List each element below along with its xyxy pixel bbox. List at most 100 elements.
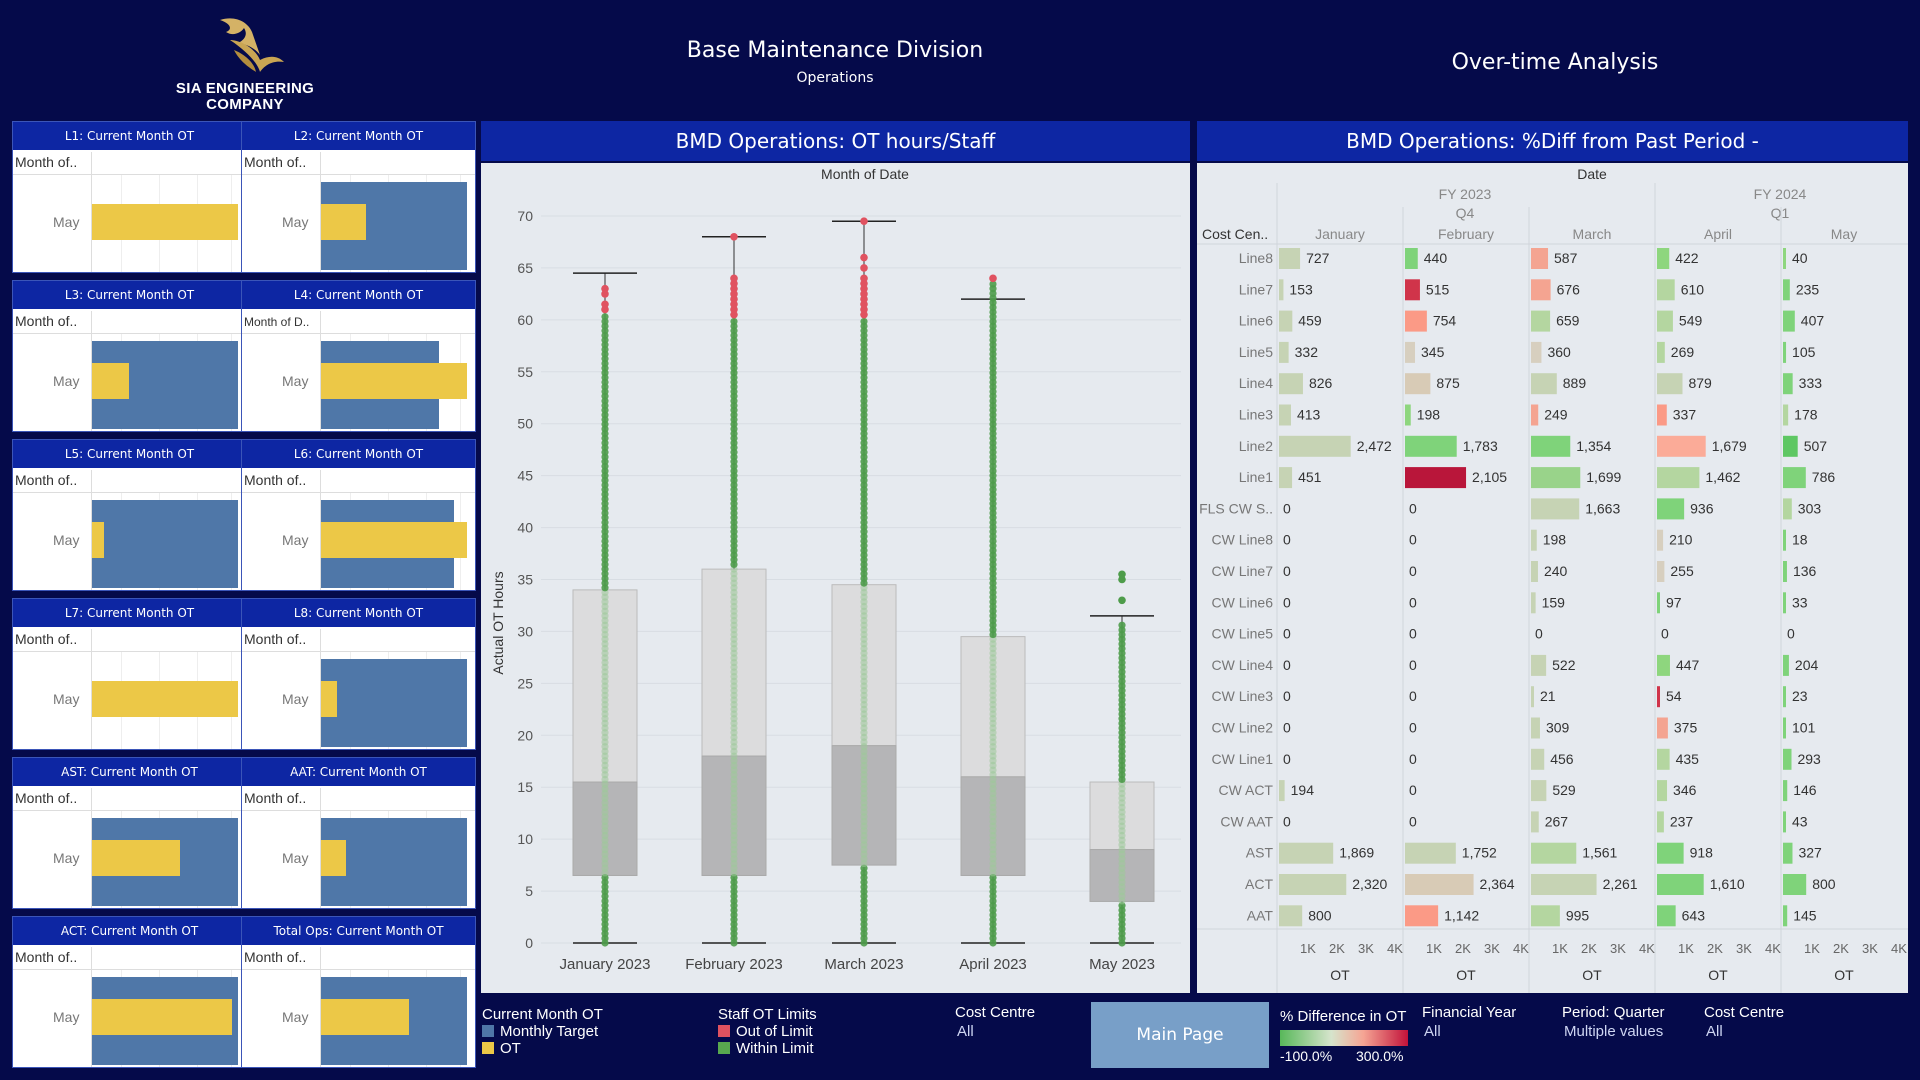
page-subtitle: Operations [796, 70, 874, 86]
heat-value-label: 529 [1552, 782, 1576, 798]
sm-target-bar [321, 659, 467, 747]
heat-axis-title: OT [1582, 967, 1602, 983]
filter-cost-centre-2[interactable]: Cost Centre All [1704, 1004, 1784, 1040]
heat-bar [1657, 279, 1675, 301]
sm-col-header: Month of.. [15, 472, 78, 488]
sm-ot-bar [321, 522, 467, 558]
heat-axis-tick: 2K [1707, 941, 1723, 956]
boxplot-y-tick-label: 15 [517, 779, 533, 795]
heat-row-label: CW AAT [1220, 813, 1273, 829]
heat-bar [1657, 874, 1704, 895]
heat-bar [1405, 435, 1457, 457]
filter-period-title: Period: Quarter [1562, 1004, 1665, 1021]
heat-bar [1531, 248, 1549, 269]
heat-bar [1783, 654, 1789, 676]
sm-panel[interactable]: AST: Current Month OT Month of.. May [12, 757, 247, 909]
boxplot-x-tick-label: February 2023 [685, 956, 783, 973]
sm-row-label: May [282, 691, 309, 707]
heat-value-label: 754 [1433, 313, 1457, 329]
sm-panel[interactable]: L7: Current Month OT Month of.. May [12, 598, 247, 750]
legend-item-ot: OT [482, 1040, 603, 1057]
sm-panel[interactable]: L3: Current Month OT Month of.. May [12, 280, 247, 432]
heat-value-label: 204 [1795, 657, 1819, 673]
heat-value-label: 413 [1297, 407, 1321, 423]
heat-value-label: 0 [1283, 720, 1291, 736]
filter-financial-year-value[interactable]: All [1424, 1023, 1516, 1040]
heat-value-label: 1,783 [1463, 438, 1498, 454]
sm-panel[interactable]: L6: Current Month OT Month of.. May [241, 439, 476, 591]
sm-panel-frame: Month of.. May [13, 629, 246, 749]
heat-value-label: 800 [1308, 907, 1332, 923]
filter-period-value[interactable]: Multiple values [1564, 1023, 1665, 1040]
boxplot-boxes [572, 217, 1155, 947]
diff-table-chart[interactable]: Date FY 2023 Q4 FY 2024 Q1 Cost Cen.. Ja… [1197, 163, 1908, 993]
sm-panel-frame: Month of.. May [13, 947, 246, 1067]
heat-bar [1531, 529, 1537, 551]
heat-value-label: 0 [1409, 626, 1417, 642]
heat-value-label: 198 [1417, 407, 1441, 423]
sm-panel-title: L7: Current Month OT [13, 599, 246, 627]
boxplot-y-tick-label: 40 [517, 520, 533, 536]
filter-financial-year[interactable]: Financial Year All [1422, 1004, 1516, 1040]
filter-cost-centre-2-value[interactable]: All [1706, 1023, 1784, 1040]
filter-period[interactable]: Period: Quarter Multiple values [1562, 1004, 1665, 1040]
sm-row-label: May [53, 214, 80, 230]
sm-panel[interactable]: AAT: Current Month OT Month of.. May [241, 757, 476, 909]
heat-value-label: 2,261 [1603, 876, 1638, 892]
heat-bar [1657, 467, 1700, 489]
heat-bar [1405, 373, 1431, 395]
sm-panel[interactable]: L5: Current Month OT Month of.. May [12, 439, 247, 591]
heat-row-label: Line1 [1239, 469, 1273, 485]
sm-panel[interactable]: L4: Current Month OT Month of D.. May [241, 280, 476, 432]
heat-value-label: 153 [1289, 281, 1313, 297]
heat-value-label: 643 [1682, 907, 1706, 923]
heat-value-label: 0 [1787, 626, 1795, 642]
sm-panel[interactable]: ACT: Current Month OT Month of.. May [12, 916, 247, 1068]
out-of-limit-point [730, 232, 738, 241]
sm-ot-bar [92, 204, 238, 240]
heat-row-label: CW Line4 [1212, 657, 1274, 673]
sm-row-label: May [53, 691, 80, 707]
legend-swatch-out-of-limit [718, 1025, 730, 1037]
sm-panel-title: ACT: Current Month OT [13, 917, 246, 945]
heat-bar [1531, 373, 1557, 395]
heat-bar [1783, 905, 1788, 927]
sm-panel-title: L5: Current Month OT [13, 440, 246, 468]
heat-row-label: CW Line1 [1212, 751, 1274, 767]
boxplot-chart[interactable]: Month of Date Actual OT Hours 70 65 60 55 50… [481, 163, 1190, 993]
sm-header-divider [242, 333, 475, 334]
main-page-button[interactable]: Main Page [1091, 1002, 1269, 1068]
heat-bar [1531, 341, 1542, 363]
heat-bar [1657, 248, 1670, 269]
sm-panel[interactable]: L1: Current Month OT Month of.. May [12, 121, 247, 273]
heat-row-label: CW Line2 [1212, 720, 1274, 736]
heat-row-label: Line5 [1239, 344, 1273, 360]
heat-bar [1405, 310, 1427, 332]
sm-header-divider [242, 492, 475, 493]
heat-rows: Line8 727 440 587 422 40 Line7 153 515 676 610 235 L… [1199, 248, 1836, 927]
heat-value-label: 1,142 [1444, 907, 1479, 923]
heat-value-label: 0 [1409, 782, 1417, 798]
sm-panel[interactable]: L2: Current Month OT Month of.. May [241, 121, 476, 273]
heat-bar [1279, 435, 1351, 457]
boxplot-x-tick-label: January 2023 [560, 956, 651, 973]
heat-bar [1405, 467, 1467, 489]
sm-row-label: May [282, 373, 309, 389]
filter-cost-centre-1-value[interactable]: All [957, 1023, 1035, 1040]
heat-fy2024-label: FY 2024 [1754, 186, 1807, 202]
heat-bar [1531, 310, 1551, 332]
heat-value-label: 2,105 [1472, 469, 1507, 485]
heat-value-label: 267 [1545, 813, 1569, 829]
heat-value-label: 159 [1542, 594, 1566, 610]
sm-panel[interactable]: L8: Current Month OT Month of.. May [241, 598, 476, 750]
sm-col-header: Month of.. [244, 472, 307, 488]
sm-panel[interactable]: Total Ops: Current Month OT Month of.. May [241, 916, 476, 1068]
heat-value-label: 332 [1295, 344, 1319, 360]
filter-cost-centre-1[interactable]: Cost Centre All [955, 1004, 1035, 1040]
boxplot-panel-title: BMD Operations: OT hours/Staff [481, 121, 1190, 161]
boxplot-y-tick-label: 50 [517, 416, 533, 432]
bird-logo-icon [220, 18, 284, 72]
heat-bar [1531, 780, 1547, 802]
legend-item-monthly-target: Monthly Target [482, 1023, 603, 1040]
heat-row-label: AST [1246, 845, 1274, 861]
